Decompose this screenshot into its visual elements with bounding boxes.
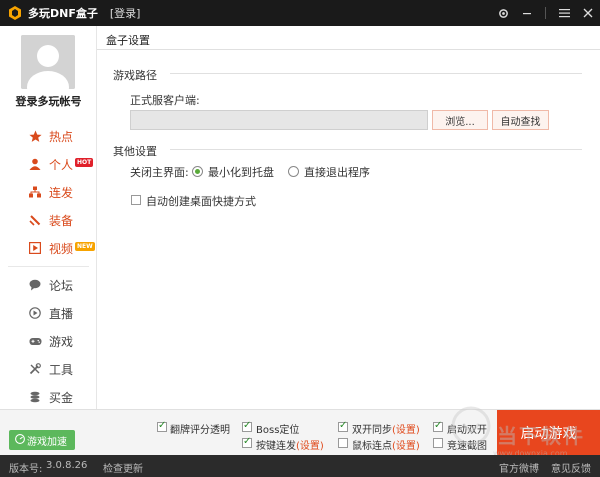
game-accelerate-button[interactable]: 游戏加速 bbox=[9, 430, 75, 450]
accelerate-icon bbox=[13, 433, 27, 447]
sidebar-item-equipment[interactable]: 装备 bbox=[0, 206, 97, 234]
hotkey-settings-link[interactable]: (设置) bbox=[296, 441, 324, 452]
status-bar: 版本号: 3.0.8.26 检查更新 官方微博 意见反馈 bbox=[0, 455, 600, 477]
dual-sync-label[interactable]: 双开同步(设置) bbox=[352, 421, 420, 436]
check-update-link[interactable]: 检查更新 bbox=[103, 460, 143, 475]
sidebar-item-label: 买金 bbox=[49, 390, 74, 405]
sidebar-item-games[interactable]: 游戏 bbox=[0, 327, 97, 355]
sidebar-item-label: 个人 bbox=[49, 157, 74, 172]
sidebar-item-label: 装备 bbox=[49, 213, 74, 228]
nav-divider bbox=[8, 266, 89, 267]
sidebar-item-label: 热点 bbox=[49, 129, 74, 144]
dual-sync-settings-link[interactable]: (设置) bbox=[392, 425, 420, 436]
login-account-link[interactable]: 登录多玩帐号 bbox=[0, 93, 97, 109]
sidebar-item-forum[interactable]: 论坛 bbox=[0, 271, 97, 299]
official-weibo-link[interactable]: 官方微博 bbox=[499, 460, 539, 475]
hot-badge: HOT bbox=[75, 158, 94, 167]
sidebar-item-label: 视频 bbox=[49, 241, 74, 256]
exit-program-radio[interactable] bbox=[288, 166, 299, 177]
launch-dual-label[interactable]: 启动双开 bbox=[447, 421, 487, 436]
settings-panel: 盒子设置 游戏路径 正式服客户端: 浏览... 自动查找 其他设置 关闭主界面:… bbox=[97, 26, 600, 409]
desktop-shortcut-label[interactable]: 自动创建桌面快捷方式 bbox=[146, 193, 256, 209]
sidebar-item-combo[interactable]: 连发 bbox=[0, 178, 97, 206]
hotkey-repeat-label[interactable]: 按键连发(设置) bbox=[256, 437, 324, 452]
app-logo-icon bbox=[8, 6, 22, 20]
sitemap-icon bbox=[28, 185, 42, 199]
app-title: 多玩DNF盒子 bbox=[28, 7, 98, 20]
flip-rating-checkbox[interactable] bbox=[157, 420, 167, 432]
gear-icon[interactable] bbox=[491, 0, 515, 26]
sidebar-item-label: 工具 bbox=[49, 362, 74, 377]
sidebar-nav: 热点 个人 HOT 连发 装备 视频 NEW 论坛 直播 游戏 工具 买金 bbox=[0, 122, 97, 411]
version-label: 版本号: bbox=[9, 464, 43, 475]
bottom-options-bar: 游戏加速 翻牌评分透明 Boss定位 双开同步(设置) 启动双开 按键连发(设置… bbox=[0, 409, 600, 456]
sidebar-item-personal[interactable]: 个人 HOT bbox=[0, 150, 97, 178]
gamepad-icon bbox=[28, 334, 42, 348]
sidebar-item-buy-gold[interactable]: 买金 bbox=[0, 383, 97, 411]
minimize-to-tray-radio[interactable] bbox=[192, 166, 203, 177]
desktop-shortcut-checkbox[interactable] bbox=[131, 195, 141, 205]
menu-icon[interactable] bbox=[552, 0, 576, 26]
sidebar-item-label: 直播 bbox=[49, 306, 74, 321]
close-behavior-label: 关闭主界面: bbox=[130, 166, 189, 179]
hotkey-repeat-checkbox[interactable] bbox=[242, 436, 252, 448]
accelerate-label: 游戏加速 bbox=[27, 436, 67, 448]
section-title-other-settings: 其他设置 bbox=[113, 145, 157, 158]
chat-icon bbox=[28, 278, 42, 292]
hotkey-repeat-text: 按键连发 bbox=[256, 441, 296, 452]
login-link[interactable]: [登录] bbox=[110, 5, 141, 21]
section-title-game-path: 游戏路径 bbox=[113, 69, 157, 82]
launch-dual-checkbox[interactable] bbox=[433, 420, 443, 432]
sidebar-item-label: 论坛 bbox=[49, 278, 74, 293]
dual-sync-text: 双开同步 bbox=[352, 425, 392, 436]
play-icon bbox=[28, 241, 42, 255]
section-divider bbox=[170, 149, 582, 150]
sidebar-item-label: 游戏 bbox=[49, 334, 74, 349]
auto-find-button[interactable]: 自动查找 bbox=[492, 110, 549, 130]
person-icon bbox=[28, 157, 42, 171]
boss-locate-label[interactable]: Boss定位 bbox=[256, 421, 299, 436]
sidebar-item-hot[interactable]: 热点 bbox=[0, 122, 97, 150]
title-divider bbox=[97, 49, 600, 50]
race-screenshot-checkbox[interactable] bbox=[433, 438, 443, 448]
dual-sync-checkbox[interactable] bbox=[338, 420, 348, 432]
sidebar-item-label: 连发 bbox=[49, 185, 74, 200]
boss-locate-checkbox[interactable] bbox=[242, 420, 252, 432]
sidebar: 登录多玩帐号 热点 个人 HOT 连发 装备 视频 NEW 论坛 直播 游戏 工… bbox=[0, 26, 97, 409]
version-number: 3.0.8.26 bbox=[46, 460, 88, 471]
section-divider bbox=[170, 73, 582, 74]
sidebar-item-live[interactable]: 直播 bbox=[0, 299, 97, 327]
sidebar-item-video[interactable]: 视频 NEW bbox=[0, 234, 97, 262]
exit-program-label[interactable]: 直接退出程序 bbox=[304, 164, 370, 180]
sword-icon bbox=[28, 213, 42, 227]
feedback-link[interactable]: 意见反馈 bbox=[551, 460, 591, 475]
titlebar-divider bbox=[545, 7, 546, 19]
sidebar-item-tools[interactable]: 工具 bbox=[0, 355, 97, 383]
race-screenshot-label[interactable]: 竞速截图 bbox=[447, 437, 487, 452]
title-bar: 多玩DNF盒子 [登录] bbox=[0, 0, 600, 26]
live-icon bbox=[28, 306, 42, 320]
star-icon bbox=[28, 129, 42, 143]
browse-button[interactable]: 浏览... bbox=[432, 110, 488, 130]
minimize-to-tray-label[interactable]: 最小化到托盘 bbox=[208, 164, 274, 180]
launch-game-button[interactable]: 启动游戏 bbox=[497, 410, 600, 456]
mouse-click-text: 鼠标连点 bbox=[352, 441, 392, 452]
mouse-settings-link[interactable]: (设置) bbox=[392, 441, 420, 452]
page-title: 盒子设置 bbox=[106, 34, 150, 47]
mouse-click-label[interactable]: 鼠标连点(设置) bbox=[352, 437, 420, 452]
mouse-click-checkbox[interactable] bbox=[338, 438, 348, 448]
client-path-label: 正式服客户端: bbox=[130, 94, 200, 107]
close-icon[interactable] bbox=[576, 0, 600, 26]
coins-icon bbox=[28, 390, 42, 404]
tools-icon bbox=[28, 362, 42, 376]
avatar[interactable] bbox=[21, 35, 75, 89]
minimize-icon[interactable] bbox=[515, 0, 539, 26]
flip-rating-label[interactable]: 翻牌评分透明 bbox=[170, 421, 230, 436]
new-badge: NEW bbox=[75, 242, 95, 251]
client-path-input[interactable] bbox=[130, 110, 428, 130]
